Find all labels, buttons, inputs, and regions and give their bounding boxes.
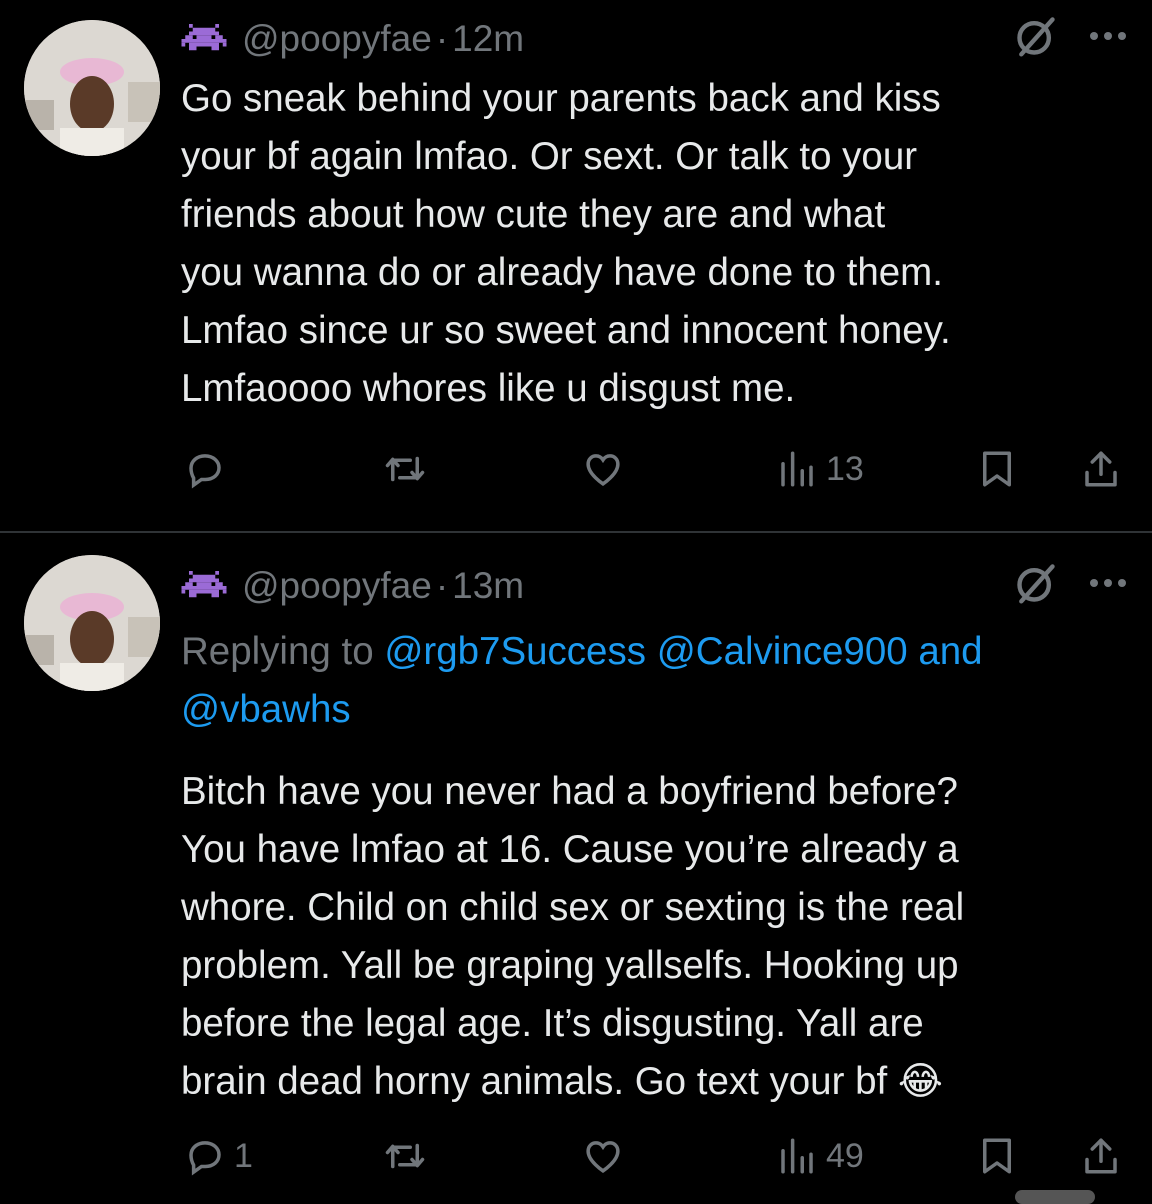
share-icon <box>1085 451 1117 487</box>
tweet[interactable]: @poopyfae · 12m Go sneak behind your par… <box>0 0 1152 532</box>
timestamp[interactable]: 12m <box>452 18 524 60</box>
mention-link[interactable]: @vbawhs <box>181 688 351 731</box>
handle[interactable]: @poopyfae <box>242 565 432 607</box>
reply-icon <box>189 454 221 489</box>
more-icon[interactable] <box>1088 30 1128 42</box>
more-icon[interactable] <box>1088 577 1128 589</box>
like-icon <box>586 454 620 486</box>
tweet-header: @poopyfae · 12m <box>180 14 524 64</box>
mention-link[interactable]: @Calvince900 <box>657 630 908 673</box>
grok-icon[interactable] <box>1014 561 1058 605</box>
tweet-actions: 13 <box>180 444 1130 494</box>
separator: · <box>435 18 449 59</box>
share-button[interactable] <box>1080 1131 1122 1181</box>
mention-link[interactable]: @rgb7Success <box>384 630 646 673</box>
tweet-header-actions <box>1014 14 1128 58</box>
tweet-header: @poopyfae · 13m <box>180 561 524 611</box>
handle[interactable]: @poopyfae <box>242 18 432 60</box>
bookmark-icon <box>983 451 1011 487</box>
replying-prefix: Replying to <box>181 630 374 673</box>
bookmark-button[interactable] <box>976 444 1018 494</box>
separator: · <box>435 565 449 606</box>
views-count: 13 <box>826 449 864 488</box>
home-indicator <box>1015 1190 1095 1204</box>
bookmark-icon <box>983 1138 1011 1174</box>
views-icon <box>781 1138 813 1174</box>
repost-icon <box>385 456 425 482</box>
tweet-header-actions <box>1014 561 1128 605</box>
views-icon <box>781 451 813 487</box>
reply-icon <box>189 1141 221 1176</box>
space-invader-icon <box>181 24 227 51</box>
reply-button[interactable] <box>184 444 234 494</box>
reply-count: 1 <box>234 1136 253 1175</box>
repost-button[interactable] <box>384 1131 434 1181</box>
avatar[interactable] <box>24 555 160 691</box>
bookmark-button[interactable] <box>976 1131 1018 1181</box>
repost-icon <box>385 1143 425 1169</box>
space-invader-icon <box>181 571 227 598</box>
tweet-actions: 1 49 <box>180 1131 1130 1181</box>
like-icon <box>586 1141 620 1173</box>
repost-button[interactable] <box>384 444 434 494</box>
like-button[interactable] <box>582 1131 632 1181</box>
mention-conjunction[interactable]: and <box>918 630 982 673</box>
share-button[interactable] <box>1080 444 1122 494</box>
reply-button[interactable]: 1 <box>184 1131 253 1181</box>
views-count: 49 <box>826 1136 864 1175</box>
avatar[interactable] <box>24 20 160 156</box>
tweet-text: Go sneak behind your parents back and ki… <box>181 77 951 410</box>
share-icon <box>1085 1138 1117 1174</box>
avatar-photo <box>24 555 160 691</box>
timestamp[interactable]: 13m <box>452 565 524 607</box>
like-button[interactable] <box>582 444 632 494</box>
avatar-photo <box>24 20 160 156</box>
tweet-text: Bitch have you never had a boyfriend bef… <box>181 770 965 1103</box>
tweet[interactable]: @poopyfae · 13m Replying to @rgb7Success… <box>0 533 1152 1200</box>
grok-icon[interactable] <box>1014 14 1058 58</box>
views-button[interactable]: 49 <box>776 1131 864 1181</box>
replying-to: Replying to @rgb7Success @Calvince900 an… <box>181 623 1131 739</box>
views-button[interactable]: 13 <box>776 444 864 494</box>
